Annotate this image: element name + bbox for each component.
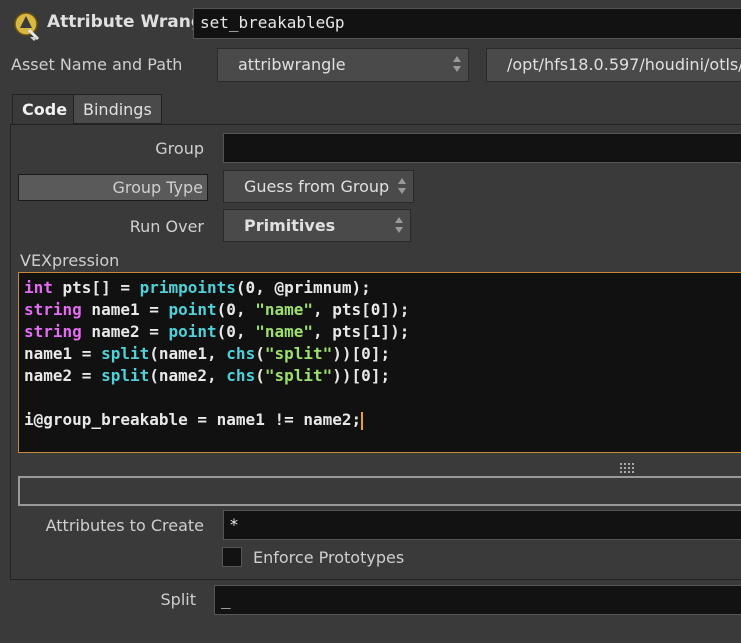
- code-token: split: [101, 344, 150, 363]
- code-token: "name": [255, 322, 313, 341]
- updown-arrows-icon: [394, 214, 404, 236]
- split-field[interactable]: _: [214, 585, 741, 615]
- wrangle-node-icon[interactable]: [12, 10, 44, 42]
- split-label: Split: [160, 590, 196, 609]
- separator-bar: [18, 476, 741, 506]
- vex-code-editor[interactable]: int pts[] = primpoints(0, @primnum); stri…: [18, 272, 741, 453]
- code-token: (0,: [216, 300, 256, 319]
- code-token: name1 =: [81, 300, 169, 319]
- code-line: i@group_breakable = name1 != name2;: [24, 409, 741, 431]
- code-token: split: [101, 366, 150, 385]
- group-field[interactable]: [223, 133, 741, 163]
- group-type-label: Group Type: [18, 174, 208, 201]
- code-line: string name2 = point(0, "name", pts[1]);: [24, 321, 741, 343]
- code-token: name2 =: [24, 366, 102, 385]
- code-token: pts[] =: [62, 278, 140, 297]
- code-token: i@group_breakable = name1 != name2;: [24, 410, 362, 429]
- code-token: (name2,: [149, 366, 227, 385]
- asset-name-dropdown[interactable]: attribwrangle: [217, 48, 469, 82]
- attributes-to-create-field[interactable]: *: [223, 510, 741, 540]
- code-token: (0,: [216, 322, 256, 341]
- code-token: string: [24, 322, 82, 341]
- code-line: int pts[] = primpoints(0, @primnum);: [24, 277, 741, 299]
- code-line: name2 = split(name2, chs("split"))[0];: [24, 365, 741, 387]
- code-token: (0, @primnum);: [235, 278, 371, 297]
- code-token: "split": [264, 344, 333, 363]
- run-over-label: Run Over: [129, 217, 204, 236]
- group-type-value: Guess from Group: [244, 177, 390, 196]
- text-cursor: [361, 411, 364, 430]
- code-line: string name1 = point(0, "name", pts[0]);: [24, 299, 741, 321]
- code-line: name1 = split(name1, chs("split"))[0];: [24, 343, 741, 365]
- code-token: ))[0];: [332, 366, 391, 385]
- run-over-value: Primitives: [244, 216, 336, 235]
- code-token: int: [24, 278, 63, 297]
- code-token: , pts[1]);: [313, 322, 410, 341]
- vexpression-label: VEXpression: [20, 251, 120, 270]
- code-token: string: [24, 300, 82, 319]
- tab-code[interactable]: Code: [12, 94, 78, 125]
- code-token: , pts[0]);: [313, 300, 410, 319]
- code-token: chs: [226, 366, 256, 385]
- asset-path-field[interactable]: /opt/hfs18.0.597/houdini/otls/O: [486, 48, 741, 82]
- enforce-prototypes-label: Enforce Prototypes: [253, 548, 405, 567]
- code-token: (name1,: [149, 344, 227, 363]
- resize-grip-icon[interactable]: [620, 458, 634, 473]
- updown-arrows-icon: [452, 53, 462, 75]
- code-token: "split": [264, 366, 333, 385]
- code-token: ))[0];: [332, 344, 391, 363]
- attributes-to-create-label: Attributes to Create: [45, 516, 204, 535]
- enforce-prototypes-checkbox[interactable]: [222, 547, 242, 567]
- code-token: chs: [226, 344, 256, 363]
- code-token: name1 =: [24, 344, 102, 363]
- updown-arrows-icon: [397, 175, 407, 197]
- code-token: primpoints: [139, 278, 236, 297]
- group-label: Group: [155, 139, 204, 158]
- code-token: (: [255, 344, 265, 363]
- group-type-dropdown[interactable]: Guess from Group: [223, 170, 414, 203]
- asset-name-value: attribwrangle: [238, 55, 346, 74]
- node-name-field[interactable]: set_breakableGp: [193, 8, 741, 39]
- code-token: point: [168, 300, 217, 319]
- code-token: "name": [255, 300, 313, 319]
- asset-name-path-label: Asset Name and Path: [11, 55, 183, 74]
- code-token: name2 =: [81, 322, 169, 341]
- code-token: point: [168, 322, 217, 341]
- code-token: (: [255, 366, 265, 385]
- run-over-dropdown[interactable]: Primitives: [223, 209, 411, 242]
- tab-bindings[interactable]: Bindings: [73, 94, 162, 124]
